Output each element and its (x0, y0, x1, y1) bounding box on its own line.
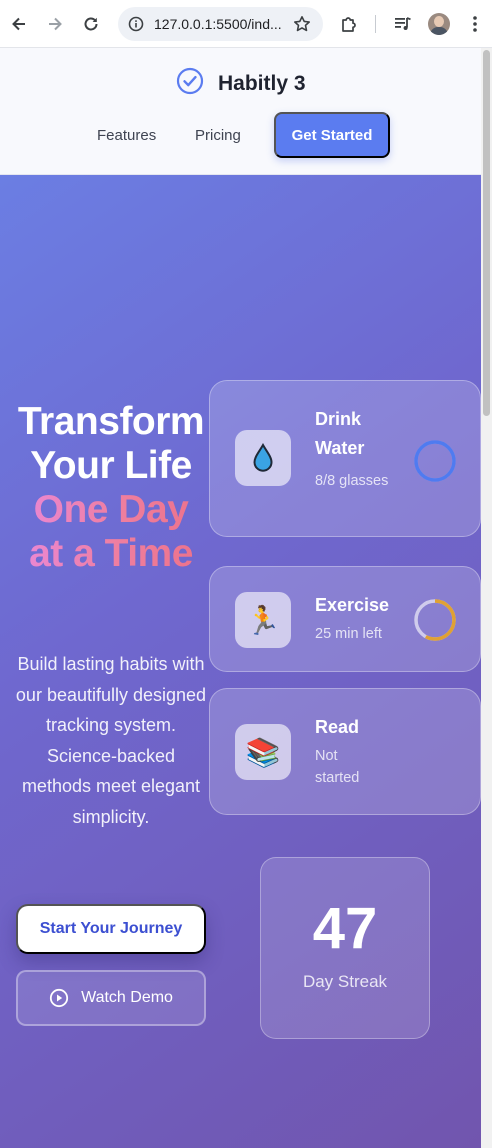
reload-icon[interactable] (79, 12, 103, 36)
hero-headline: Transform Your Life One Day at a Time (0, 400, 222, 576)
watch-demo-label: Watch Demo (81, 989, 173, 1006)
water-drop-icon (235, 430, 291, 486)
books-icon: 📚 (235, 724, 291, 780)
streak-count: 47 (312, 896, 378, 961)
progress-ring-water (414, 440, 456, 482)
habit-title: Drink Water (315, 409, 365, 458)
headline-gradient-line-2: at a Time (0, 532, 222, 576)
hero-subtitle: Build lasting habits with our beautifull… (15, 654, 207, 827)
back-arrow-icon[interactable] (7, 12, 31, 36)
more-menu-icon[interactable] (463, 12, 487, 36)
headline-line-1: Transform (17, 400, 205, 443)
toolbar-divider (375, 15, 376, 33)
site-info-icon[interactable] (128, 16, 144, 37)
site-header: Habitly 3 Features Pricing Get Started (0, 48, 481, 175)
get-started-button[interactable]: Get Started (274, 112, 390, 158)
bookmark-star-icon[interactable] (293, 15, 311, 38)
habit-title: Read (315, 717, 360, 737)
start-journey-button[interactable]: Start Your Journey (16, 904, 206, 954)
address-bar[interactable]: 127.0.0.1:5500/ind... (118, 7, 323, 41)
forward-arrow-icon[interactable] (43, 12, 67, 36)
progress-ring-exercise (414, 599, 456, 641)
media-controls-icon[interactable] (391, 12, 415, 36)
habit-status: Not started (315, 748, 360, 786)
profile-avatar[interactable] (428, 13, 450, 35)
habit-status: 8/8 glasses (315, 473, 389, 489)
nav-link-features[interactable]: Features (97, 127, 156, 144)
watch-demo-button[interactable]: Watch Demo (16, 970, 206, 1026)
hero-section: Transform Your Life One Day at a Time Bu… (0, 175, 481, 1148)
running-person-icon: 🏃 (235, 592, 291, 648)
streak-label: Day Streak (302, 972, 388, 991)
streak-card: 47 Day Streak (260, 857, 430, 1039)
scrollbar-thumb[interactable] (483, 50, 490, 416)
browser-toolbar: 127.0.0.1:5500/ind... (0, 0, 492, 48)
habit-card-exercise[interactable]: 🏃 Exercise 25 min left (209, 566, 481, 672)
headline-line-2: Your Life (30, 444, 192, 487)
brand-name: Habitly 3 (218, 71, 306, 95)
play-circle-icon (49, 988, 69, 1008)
headline-gradient-line-1: One Day (0, 488, 222, 532)
brand-logo[interactable]: Habitly 3 (176, 67, 306, 100)
extensions-puzzle-icon[interactable] (337, 12, 361, 36)
habit-card-water[interactable]: Drink Water 8/8 glasses (209, 380, 481, 537)
check-circle-icon (176, 67, 204, 100)
nav-link-pricing[interactable]: Pricing (195, 127, 241, 144)
url-text: 127.0.0.1:5500/ind... (154, 16, 282, 32)
habit-card-read[interactable]: 📚 Read Not started (209, 688, 481, 815)
